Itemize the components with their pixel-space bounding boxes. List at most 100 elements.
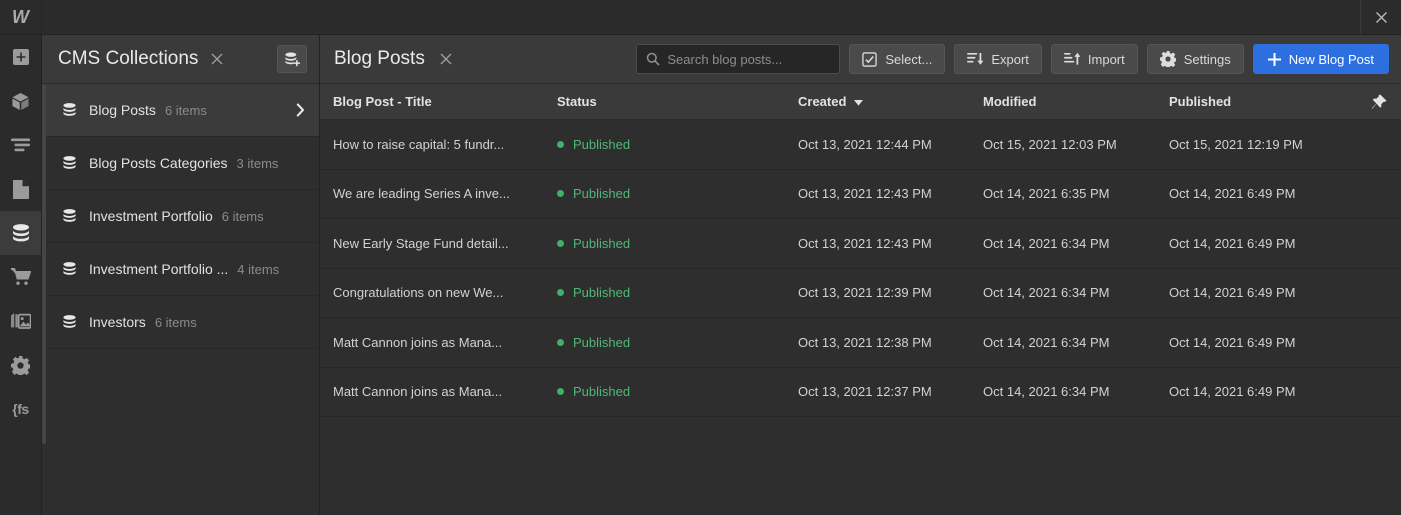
export-icon [967,52,984,65]
add-collection-button[interactable] [277,45,307,73]
status-dot-icon [557,388,564,396]
settings-button[interactable]: Settings [1146,44,1244,74]
box-icon [12,92,29,110]
database-icon [62,315,77,329]
collection-name: Investment Portfolio [89,208,213,224]
collection-close-button[interactable] [439,52,453,66]
search-field[interactable] [636,44,841,74]
cell-created: Oct 13, 2021 12:38 PM [798,334,932,350]
cms-panel-scrollbar[interactable] [42,84,46,444]
cell-title: We are leading Series A inve... [333,186,510,202]
gear-icon [1159,51,1176,67]
export-button-label: Export [991,51,1029,67]
collection-name: Investors [89,314,146,330]
collection-item-blog-posts-categories[interactable]: Blog Posts Categories 3 items [42,137,319,190]
cell-created: Oct 13, 2021 12:43 PM [798,235,932,251]
table-row[interactable]: Matt Cannon joins as Mana... Published O… [320,318,1401,368]
table-row[interactable]: Congratulations on new We... Published O… [320,269,1401,318]
import-icon [1063,52,1080,65]
cell-created: Oct 13, 2021 12:44 PM [798,136,932,152]
select-button[interactable]: Select... [849,44,946,74]
database-icon [62,209,77,223]
column-header-created-label: Created [798,94,847,109]
titlebar-spacer [42,0,1360,34]
rail-item-pages-panel[interactable] [0,167,41,211]
database-icon [62,156,77,170]
plus-square-icon [12,49,29,65]
cell-title: How to raise capital: 5 fundr... [333,136,505,152]
designer-body: {fs CMS Collections Blog Posts 6 items B… [0,35,1401,515]
status-dot-icon [557,190,564,198]
toolbar-actions: Select... Export [636,44,1389,74]
table-row[interactable]: New Early Stage Fund detail... Published… [320,219,1401,269]
cell-title: New Early Stage Fund detail... [333,235,509,251]
cms-collections-panel: CMS Collections Blog Posts 6 items Blog … [42,35,320,515]
webflow-logo-icon[interactable]: W [0,0,42,34]
window-close-button[interactable] [1360,0,1401,34]
database-plus-icon [284,51,300,66]
table-row[interactable]: We are leading Series A inve... Publishe… [320,170,1401,219]
database-icon [12,224,29,242]
column-header-published[interactable]: Published [1169,94,1371,109]
rail-item-navigator-panel[interactable] [0,123,41,167]
collection-item-investment-portfolio-2[interactable]: Investment Portfolio ... 4 items [42,243,319,296]
cell-modified: Oct 14, 2021 6:34 PM [983,384,1110,400]
rail-item-assets-panel[interactable] [0,299,41,343]
column-header-created[interactable]: Created [798,94,983,109]
rail-item-ecommerce-panel[interactable] [0,255,41,299]
status-badge: Published [573,334,631,350]
collection-item-investors[interactable]: Investors 6 items [42,296,319,349]
cell-status: Published [557,236,798,251]
pin-icon [1371,94,1387,109]
column-header-modified[interactable]: Modified [983,94,1169,109]
checkbox-icon [862,51,878,67]
import-button[interactable]: Import [1050,44,1138,74]
table-body: How to raise capital: 5 fundr... Publish… [320,120,1401,515]
collection-toolbar: Blog Posts Search blog posts... Select..… [320,35,1401,84]
collection-items-view: Blog Posts Search blog posts... Select..… [320,35,1401,515]
column-header-title[interactable]: Blog Post - Title [320,94,557,109]
rail-item-settings-panel[interactable] [0,343,41,387]
database-icon [62,262,77,276]
collection-name: Investment Portfolio ... [89,261,229,277]
status-badge: Published [573,384,631,400]
collection-item-investment-portfolio[interactable]: Investment Portfolio 6 items [42,190,319,243]
rail-item-elements-panel[interactable] [0,79,41,123]
rail-item-cms-panel[interactable] [0,211,41,255]
left-icon-rail: {fs [0,35,42,515]
status-dot-icon [557,140,564,148]
table-header-row: Blog Post - Title Status Created Modifie… [320,84,1401,120]
cell-title: Congratulations on new We... [333,285,504,301]
collection-item-count: 4 items [237,261,280,277]
cell-modified: Oct 15, 2021 12:03 PM [983,136,1117,152]
cms-panel-close-button[interactable] [210,52,224,66]
column-header-status[interactable]: Status [557,94,798,109]
cell-created: Oct 13, 2021 12:43 PM [798,186,932,202]
search-input[interactable] [667,51,831,67]
export-button[interactable]: Export [954,44,1042,74]
cell-modified: Oct 14, 2021 6:34 PM [983,285,1110,301]
chevron-right-icon[interactable] [296,103,305,117]
collection-name: Blog Posts [89,102,156,118]
pin-column-button[interactable] [1371,94,1401,110]
rail-item-code-panel[interactable]: {fs [0,387,41,431]
cell-status: Published [557,186,798,201]
search-icon [647,52,660,66]
collection-item-blog-posts[interactable]: Blog Posts 6 items [42,84,319,137]
status-badge: Published [573,186,631,202]
table-row[interactable]: How to raise capital: 5 fundr... Publish… [320,120,1401,170]
page-title: Blog Posts [334,48,425,69]
cell-published: Oct 14, 2021 6:49 PM [1169,285,1296,301]
status-badge: Published [573,235,631,251]
settings-button-label: Settings [1183,51,1231,67]
rail-item-add-panel[interactable] [0,35,41,79]
cms-panel-header: CMS Collections [42,35,319,84]
webflow-designer: W {fs CMS Collections Blog Posts 6 items… [0,0,1401,515]
table-row[interactable]: Matt Cannon joins as Mana... Published O… [320,368,1401,417]
import-button-label: Import [1087,51,1125,67]
caret-down-icon [854,94,864,109]
collection-item-count: 6 items [164,102,207,118]
new-blog-post-button[interactable]: New Blog Post [1252,44,1389,74]
collection-item-count: 3 items [236,155,279,171]
collections-list: Blog Posts 6 items Blog Posts Categories… [42,84,319,515]
